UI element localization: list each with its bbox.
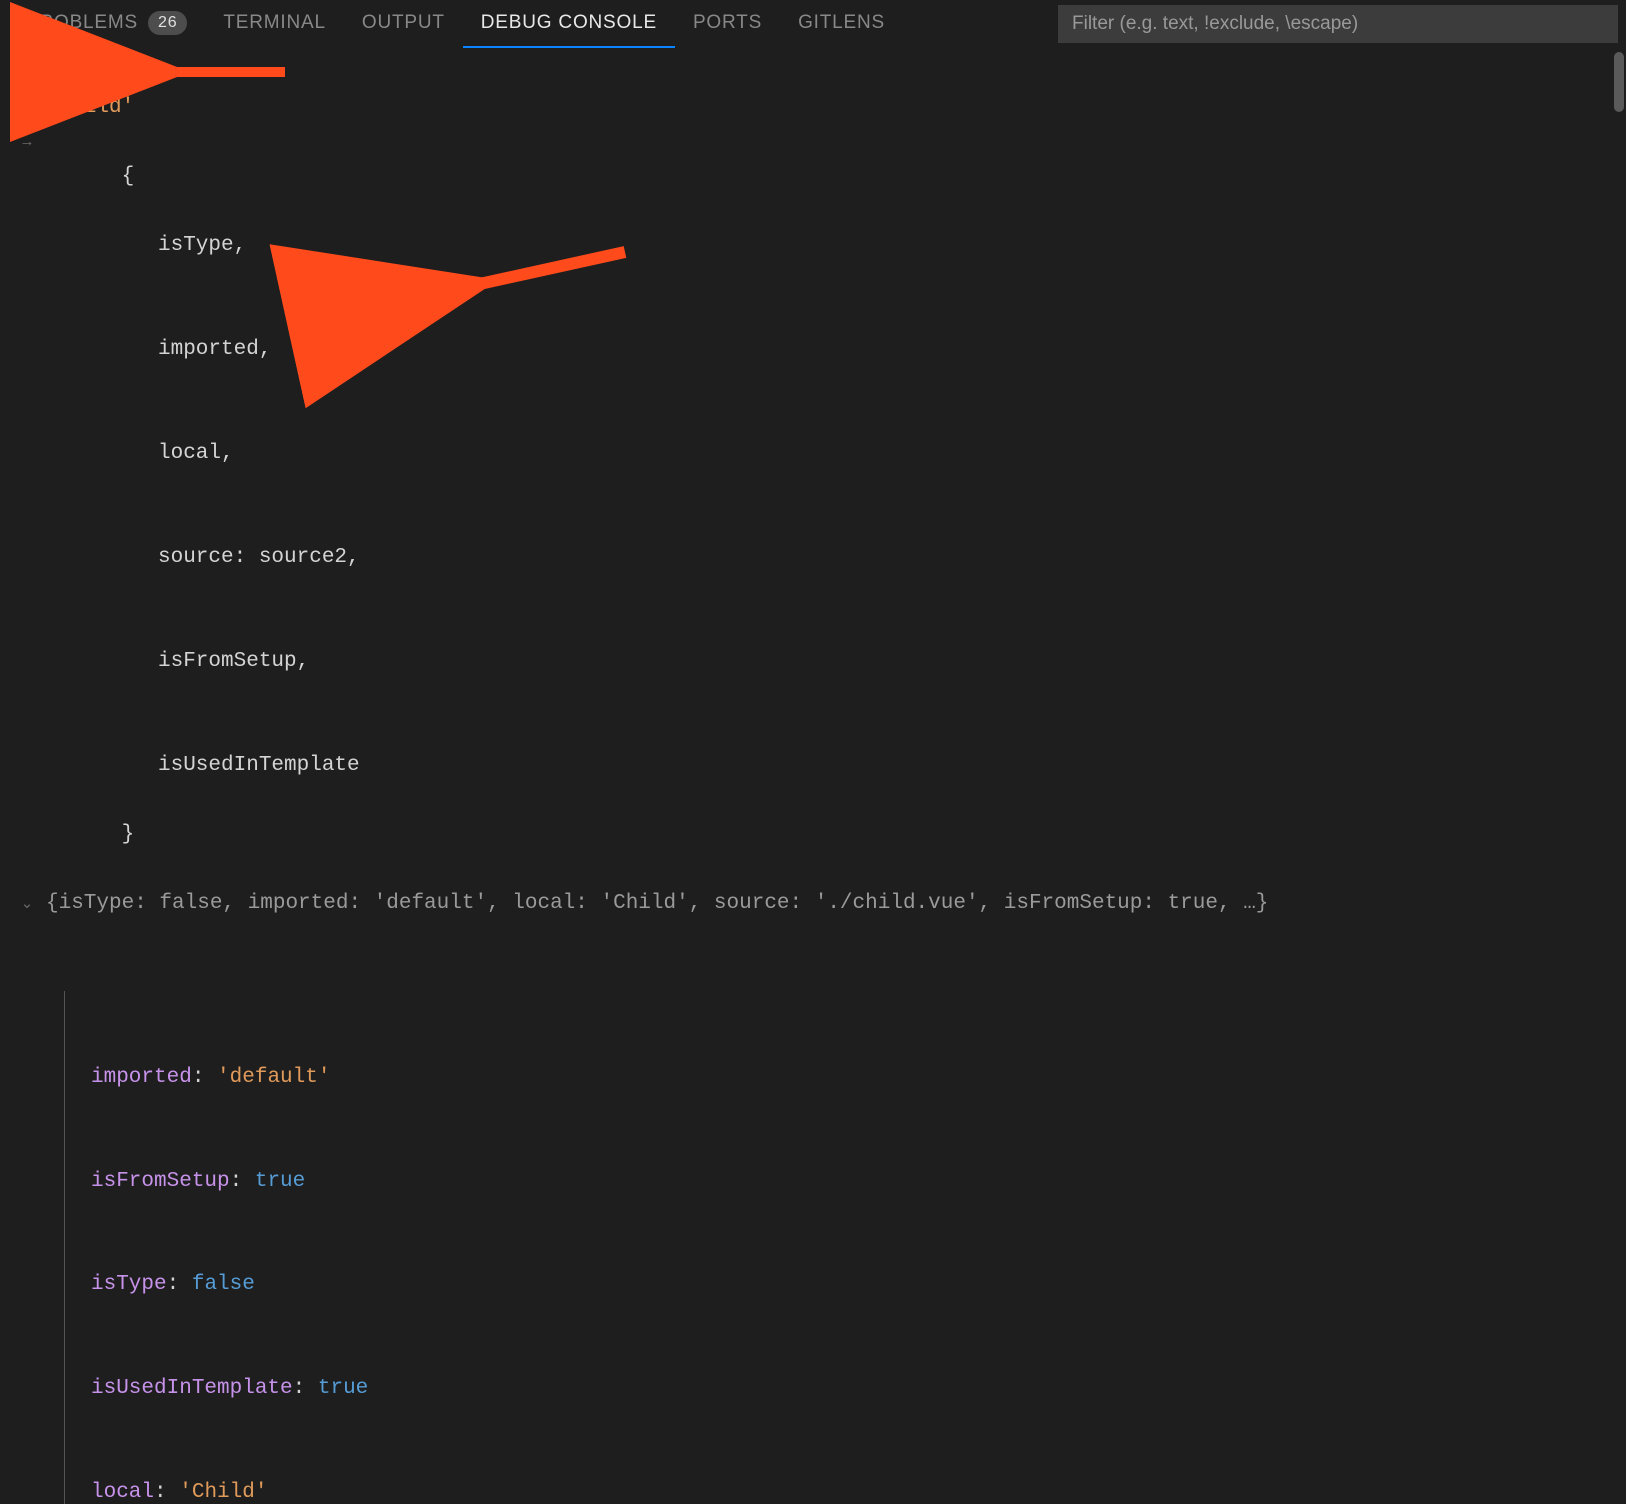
input-arrow-icon: → — [20, 130, 35, 155]
tab-label: OUTPUT — [362, 12, 445, 34]
object-summary[interactable]: {isType: false, imported: 'default', loc… — [46, 887, 1268, 922]
object-prop[interactable]: isUsedInTemplate: true — [91, 1372, 1618, 1407]
console-input-block: { isType, imported, local, source: sourc… — [46, 125, 360, 887]
input-arrow-icon: → — [20, 61, 35, 86]
tab-gitlens[interactable]: GITLENS — [780, 0, 903, 48]
tab-label: DEBUG CONSOLE — [481, 12, 657, 34]
debug-console-output: → local 'Child' → { isType, imported, lo… — [0, 48, 1626, 1504]
tab-ports[interactable]: PORTS — [675, 0, 780, 48]
expand-chevron-down-icon[interactable]: ⌄ — [21, 892, 34, 917]
tab-label: TERMINAL — [223, 12, 325, 34]
tab-label: GITLENS — [798, 12, 885, 34]
object-prop[interactable]: isFromSetup: true — [91, 1165, 1618, 1200]
filter-input[interactable] — [1058, 5, 1618, 43]
panel-tab-bar: PROBLEMS 26 TERMINAL OUTPUT DEBUG CONSOL… — [0, 0, 1626, 48]
console-result-string: 'Child' — [46, 91, 134, 126]
object-prop[interactable]: isType: false — [91, 1268, 1618, 1303]
object-prop[interactable]: local: 'Child' — [91, 1476, 1618, 1504]
tab-label: PORTS — [693, 12, 762, 34]
tab-output[interactable]: OUTPUT — [344, 0, 463, 48]
console-input-line: local — [46, 56, 109, 91]
object-prop[interactable]: imported: 'default' — [91, 1061, 1618, 1096]
tab-label: PROBLEMS — [26, 12, 138, 34]
tab-terminal[interactable]: TERMINAL — [205, 0, 343, 48]
tab-debug-console[interactable]: DEBUG CONSOLE — [463, 0, 675, 48]
problems-count-badge: 26 — [148, 11, 187, 34]
scrollbar-thumb[interactable] — [1614, 52, 1624, 112]
object-expanded: imported: 'default' isFromSetup: true is… — [64, 991, 1618, 1504]
tab-problems[interactable]: PROBLEMS 26 — [8, 0, 205, 48]
